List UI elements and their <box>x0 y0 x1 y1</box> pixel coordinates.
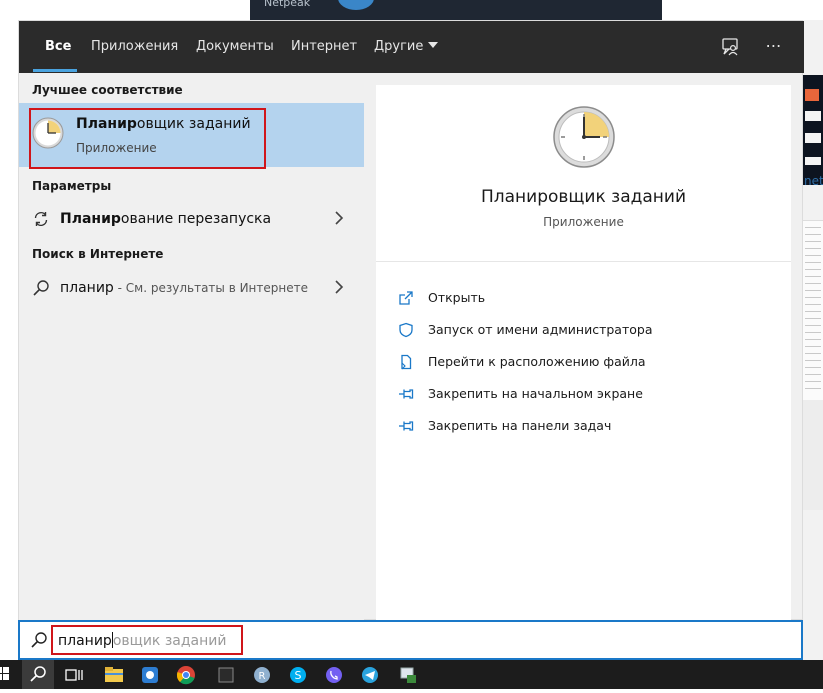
action-run-as-admin-label: Запуск от имени администратора <box>428 322 653 337</box>
telegram-icon[interactable] <box>358 663 382 687</box>
best-match-heading: Лучшее соответствие <box>32 83 183 97</box>
windows-start-icon[interactable] <box>0 666 10 682</box>
settings-result-restart-scheduling[interactable]: Планирование перезапуска <box>19 202 364 236</box>
skype-icon[interactable]: S <box>286 663 310 687</box>
viber-icon[interactable] <box>322 663 346 687</box>
web-search-heading: Поиск в Интернете <box>32 247 164 261</box>
tab-web[interactable]: Интернет <box>291 39 357 54</box>
background-window-right: netp <box>803 20 823 670</box>
tab-all[interactable]: Все <box>45 39 71 54</box>
results-pane: Лучшее соответствие Планировщик заданий … <box>19 73 364 621</box>
task-scheduler-icon <box>553 106 615 168</box>
action-pin-to-taskbar[interactable]: Закрепить на панели задач <box>398 413 778 439</box>
action-open[interactable]: Открыть <box>398 285 778 311</box>
chrome-icon[interactable] <box>174 663 198 687</box>
file-location-icon <box>401 354 412 370</box>
open-icon <box>399 291 413 305</box>
action-pin-to-start[interactable]: Закрепить на начальном экране <box>398 381 778 407</box>
action-open-file-location-label: Перейти к расположению файла <box>428 354 646 369</box>
search-icon <box>33 280 49 296</box>
chevron-right-icon[interactable] <box>334 211 344 225</box>
preview-divider <box>376 261 791 262</box>
annotation-highlight-box <box>29 108 266 169</box>
app-icon[interactable] <box>138 663 162 687</box>
background-window-top: Netpeak <box>250 0 662 20</box>
search-icon <box>31 632 47 648</box>
web-search-result[interactable]: планир - См. результаты в Интернете <box>19 271 364 305</box>
action-open-label: Открыть <box>428 290 486 305</box>
svg-text:R: R <box>259 671 266 682</box>
app-icon[interactable] <box>214 663 238 687</box>
settings-heading: Параметры <box>32 179 112 193</box>
background-logo <box>338 0 374 10</box>
action-pin-to-taskbar-label: Закрепить на панели задач <box>428 418 612 433</box>
task-view-icon[interactable] <box>62 663 86 687</box>
tab-more[interactable]: Другие <box>374 39 439 54</box>
pin-icon <box>399 389 414 399</box>
background-panel <box>803 400 823 510</box>
action-run-as-admin[interactable]: Запуск от имени администратора <box>398 317 778 343</box>
background-banner <box>803 75 823 185</box>
preview-pane: Планировщик заданий Приложение Открыть З… <box>376 85 791 621</box>
taskbar: R S <box>0 660 823 689</box>
annotation-highlight-box <box>51 625 243 655</box>
svg-text:S: S <box>295 669 302 682</box>
feedback-icon[interactable] <box>717 35 743 59</box>
tab-documents[interactable]: Документы <box>196 39 274 54</box>
active-tab-indicator <box>33 69 77 72</box>
background-link: netp <box>804 174 823 188</box>
app-r-icon[interactable]: R <box>250 663 274 687</box>
background-screenshot <box>803 220 823 401</box>
background-window-label: Netpeak <box>264 0 311 9</box>
action-open-file-location[interactable]: Перейти к расположению файла <box>398 349 778 375</box>
web-search-label: планир - См. результаты в Интернете <box>60 280 308 296</box>
app-icon[interactable] <box>396 663 420 687</box>
tab-more-label: Другие <box>374 39 424 54</box>
tab-apps[interactable]: Приложения <box>91 39 178 54</box>
chevron-right-icon[interactable] <box>334 280 344 294</box>
search-menu: Все Приложения Документы Интернет Другие… <box>18 20 804 621</box>
file-explorer-icon[interactable] <box>102 663 126 687</box>
chevron-down-icon <box>428 42 439 48</box>
pin-icon <box>399 421 414 431</box>
filter-tab-bar: Все Приложения Документы Интернет Другие… <box>19 21 804 73</box>
more-options-icon[interactable]: ⋯ <box>761 35 787 59</box>
preview-title: Планировщик заданий <box>480 187 686 207</box>
preview-subtitle: Приложение <box>543 215 624 229</box>
shield-icon <box>399 322 413 338</box>
taskbar-search-button[interactable] <box>22 660 54 689</box>
action-pin-to-start-label: Закрепить на начальном экране <box>428 386 643 401</box>
settings-result-label: Планирование перезапуска <box>60 211 272 227</box>
search-icon <box>30 666 46 682</box>
sync-icon <box>34 211 48 227</box>
